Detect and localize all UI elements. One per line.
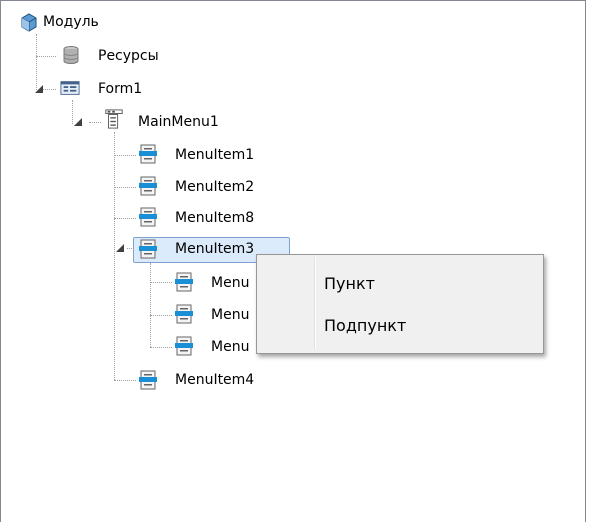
tree-connector [114,155,136,156]
tree-connector [150,315,172,316]
menuitem-icon [175,304,193,324]
tree-connector [114,132,115,380]
tree-node-resources-label[interactable]: Ресурсы [96,45,161,67]
tree-connector [114,218,136,219]
context-menu-icon-column-separator [314,257,316,349]
tree-connector [36,34,37,90]
menuitem-icon [139,239,157,259]
tree-connector [72,100,73,124]
tree-connector [114,187,136,188]
tree-node-mainmenu-label[interactable]: MainMenu1 [136,111,221,133]
menuitem-icon [139,370,157,390]
collapse-arrow-icon[interactable] [116,244,124,252]
tree-node-submenu-label[interactable]: Menu [209,272,251,294]
tree-connector [150,263,151,347]
tree-connector [114,380,136,381]
tree-connector [89,122,101,123]
tree-node-menuitem-label-selected[interactable]: MenuItem3 [173,238,256,260]
tree-node-form-label[interactable]: Form1 [96,78,144,100]
mainmenu-icon [105,109,123,129]
tree-node-root-label[interactable]: Модуль [41,11,101,33]
tree-node-submenu-label[interactable]: Menu [209,336,251,358]
menuitem-icon [175,336,193,356]
tree-node-menuitem-label[interactable]: MenuItem4 [173,369,256,391]
tree-connector [41,89,56,90]
tree-node-submenu-label[interactable]: Menu [209,304,251,326]
menuitem-icon [139,207,157,227]
context-menu[interactable]: Пункт Подпункт [256,254,544,354]
menuitem-icon [139,176,157,196]
menuitem-icon [139,144,157,164]
tree-node-menuitem-label[interactable]: MenuItem2 [173,176,256,198]
tree-connector [36,56,56,57]
context-menu-item-punkt[interactable]: Пункт [324,269,375,299]
tree-connector [150,282,172,283]
module-icon [21,13,37,32]
collapse-arrow-icon[interactable] [35,85,43,93]
tree-node-menuitem-label[interactable]: MenuItem8 [173,207,256,229]
menuitem-icon [175,272,193,292]
form-icon [60,81,80,95]
context-menu-item-podpunkt[interactable]: Подпункт [324,311,406,341]
collapse-arrow-icon[interactable] [74,118,82,126]
tree-node-menuitem-label[interactable]: MenuItem1 [173,144,256,166]
tree-connector [150,347,172,348]
database-icon [63,46,79,64]
